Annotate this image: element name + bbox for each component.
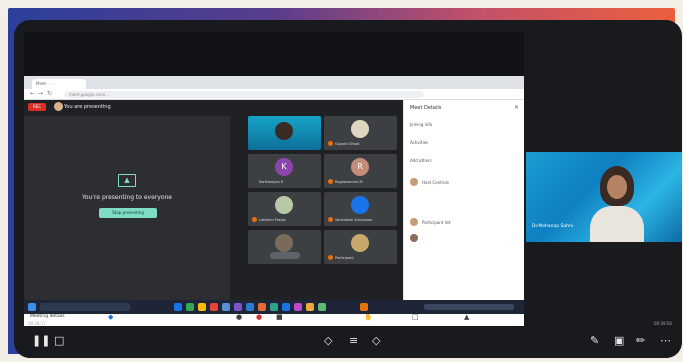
taskbar-app-icon[interactable] [210,303,218,311]
participant-tile[interactable] [248,116,321,150]
prev-icon[interactable]: ◇ [324,334,332,347]
panel-row[interactable]: Host Controls [422,180,449,185]
meet-area: REC You are presenting ▲ You're presenti… [24,100,403,306]
taskbar-app-icon[interactable] [282,303,290,311]
close-icon[interactable]: ✕ [514,104,519,111]
participant-name: Lakshmi Pradip [259,218,286,222]
forward-icon[interactable]: → [38,90,43,97]
present-screen-icon: ▲ [118,174,136,187]
participant-name: Participant [335,256,354,260]
participant-avatar [410,178,418,186]
participant-tile[interactable]: R Raghavendra M [324,154,397,188]
panel-row[interactable]: Activities [410,140,428,145]
viewer-bottom-bar: ❚❚ □ ◇ ≡ ◇ ✎ ▣ ✏ ⋯ [14,326,682,358]
reload-icon[interactable]: ↻ [47,90,52,97]
presenter-avatar [54,102,63,111]
mic-muted-icon [328,141,333,146]
more-icon[interactable]: ⋯ [660,334,671,347]
mic-icon[interactable]: ● [236,313,242,321]
browser-tab[interactable]: Meet - ... [32,79,86,89]
participant-tile[interactable]: Venkatesh Srinivasan [324,192,397,226]
rec-badge: REC [28,103,46,111]
meeting-details-label[interactable]: Meeting details [30,314,65,319]
captions-icon[interactable]: □ [412,313,419,321]
participant-name: Raghavendra M [335,180,363,184]
participant-tile[interactable] [248,230,321,264]
shield-icon[interactable]: ◆ [108,313,113,321]
chat-icon[interactable]: □ [54,334,64,347]
participant-avatar: K [275,158,293,176]
end-call-icon[interactable]: ● [256,313,262,321]
taskbar-app-icon[interactable] [234,303,242,311]
next-icon[interactable]: ◇ [372,334,380,347]
participant-name: Gayatri Dhoot [335,142,360,146]
presenting-to-everyone-text: You're presenting to everyone [82,194,172,201]
mic-muted-icon [328,179,333,184]
participant-avatar: R [351,158,369,176]
camera-icon[interactable]: ■ [276,313,283,321]
tab-bar: Meet - ... [24,76,524,89]
participant-avatar [275,196,293,214]
participant-tile[interactable]: Lakshmi Pradip [248,192,321,226]
taskbar-app-icon[interactable] [174,303,182,311]
slides-icon[interactable]: ▣ [614,334,624,347]
participant-tile[interactable]: Gayatri Dhoot [324,116,397,150]
panel-row[interactable]: Participant list [422,220,451,225]
taskbar-app-icon[interactable] [198,303,206,311]
browser-window: Meet - ... ← → ↻ meet.google.com/... REC… [24,76,524,336]
participant-video [275,122,293,140]
taskbar-app-icon[interactable] [294,303,302,311]
pause-icon[interactable]: ❚❚ [32,334,50,347]
address-bar: ← → ↻ meet.google.com/... [24,89,524,100]
present-icon[interactable]: ▲ [464,313,469,321]
participant-avatar [410,218,418,226]
taskbar-app-icon[interactable] [186,303,194,311]
panel-row[interactable]: Joining info [410,122,432,127]
panel-row[interactable]: Add others [410,158,432,163]
shared-screen: Meet - ... ← → ↻ meet.google.com/... REC… [24,32,524,336]
device-window: Meet - ... ← → ↻ meet.google.com/... REC… [14,20,682,358]
start-icon[interactable] [28,303,36,311]
url-field[interactable]: meet.google.com/... [64,91,424,98]
participant-avatar [275,234,293,252]
taskbar-app-icon[interactable] [360,303,368,311]
taskbar-app-icon[interactable] [306,303,314,311]
participant-tile[interactable]: K Karthikeyan K [248,154,321,188]
taskbar-app-icon[interactable] [246,303,254,311]
meet-top-bar: REC You are presenting [24,100,403,114]
presenting-label: You are presenting [64,104,111,110]
participant-tile[interactable]: Participant [324,230,397,264]
participant-name: Karthikeyan K [259,180,284,184]
participant-avatar [351,196,369,214]
participant-avatar [410,234,418,242]
presentation-stage: ▲ You're presenting to everyone Stop pre… [24,116,230,304]
participant-avatar [351,120,369,138]
participant-avatar [351,234,369,252]
presenter-face [607,175,627,199]
raise-hand-icon[interactable]: ✋ [364,313,373,321]
mic-muted-icon [328,255,333,260]
meeting-details-panel: Meet Details ✕ Joining info Activities A… [403,100,524,306]
back-icon[interactable]: ← [30,90,35,97]
windows-taskbar [24,300,524,314]
stop-presenting-button[interactable]: Stop presenting [99,208,157,218]
taskbar-app-icon[interactable] [318,303,326,311]
presenter-body [590,206,644,242]
taskbar-app-icon[interactable] [222,303,230,311]
taskbar-search-field[interactable] [40,303,130,311]
system-tray[interactable] [424,304,514,310]
mic-muted-icon [252,217,257,222]
brush-icon[interactable]: ✏ [636,334,645,347]
presenter-camera-tile[interactable]: Dr.Mohanap Sahni [526,152,682,242]
participant-name: Venkatesh Srinivasan [335,218,373,222]
panel-title: Meet Details [410,105,442,111]
menu-icon[interactable]: ≡ [349,334,358,347]
tile-overflow-controls[interactable] [270,252,300,259]
mic-muted-icon [328,217,333,222]
taskbar-app-icon[interactable] [270,303,278,311]
taskbar-app-icon[interactable] [258,303,266,311]
pen-icon[interactable]: ✎ [590,334,599,347]
presenter-name: Dr.Mohanap Sahni [532,224,574,229]
